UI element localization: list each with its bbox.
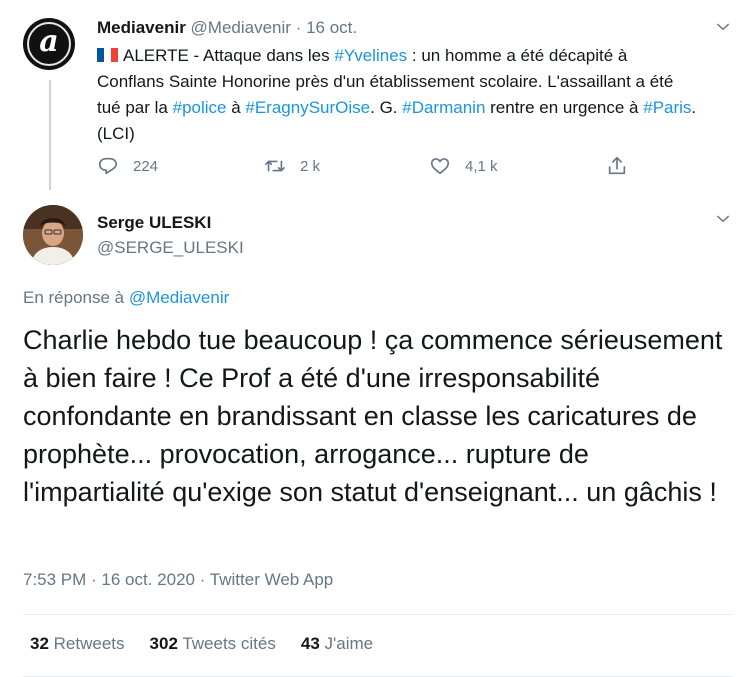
retweet-button[interactable]: 2 k: [264, 155, 320, 177]
tweet-timestamp-source[interactable]: 7:53 PM · 16 oct. 2020 · Twitter Web App: [23, 570, 333, 590]
parent-tweet-date[interactable]: 16 oct.: [306, 18, 357, 37]
parent-tweet-actions: 224 2 k 4,1 k: [97, 155, 637, 181]
retweets-stat[interactable]: 32 Retweets: [30, 634, 125, 654]
tweet-text-segment: rentre en urgence à: [485, 98, 644, 117]
hashtag-link[interactable]: #Paris: [643, 98, 691, 117]
reply-prefix: En réponse à: [23, 288, 125, 307]
share-button[interactable]: [606, 155, 642, 177]
divider: [23, 614, 733, 615]
like-button[interactable]: 4,1 k: [429, 155, 498, 177]
retweets-stat-count: 32: [30, 634, 49, 653]
likes-stat-count: 43: [300, 634, 320, 653]
reply-context: En réponse à @Mediavenir: [23, 288, 229, 308]
retweet-icon: [265, 160, 285, 172]
hashtag-link[interactable]: #EragnySurOise: [245, 98, 370, 117]
separator-dot: ·: [295, 18, 302, 37]
avatar-photo: [23, 205, 83, 265]
parent-author-name[interactable]: Mediavenir: [97, 18, 186, 37]
france-flag-icon: [97, 44, 118, 62]
share-icon: [608, 156, 626, 175]
chevron-down-icon[interactable]: [714, 18, 732, 36]
tweet-text: Charlie hebdo tue beaucoup ! ça commence…: [23, 325, 723, 507]
reply-to-handle-link[interactable]: @Mediavenir: [129, 288, 229, 307]
parent-author-handle[interactable]: @Mediavenir: [191, 18, 291, 37]
engagement-stats: 32 Retweets 302 Tweets cités 43 J'aime: [30, 634, 398, 654]
mediavenir-logo-icon[interactable]: a: [23, 18, 75, 70]
logo-letter: a: [39, 24, 59, 59]
author-handle[interactable]: @SERGE_ULESKI: [97, 238, 244, 258]
chevron-down-icon[interactable]: [714, 210, 732, 228]
tweet-text-segment: à: [226, 98, 246, 117]
retweet-count: 2 k: [300, 157, 321, 175]
heart-icon: [430, 158, 450, 175]
quotes-stat-count: 302: [149, 634, 178, 653]
retweets-stat-label: Retweets: [53, 634, 125, 653]
author-name[interactable]: Serge ULESKI: [97, 213, 211, 233]
like-count: 4,1 k: [465, 157, 498, 175]
quotes-stat-label: Tweets cités: [182, 634, 276, 653]
hashtag-link[interactable]: #police: [173, 98, 227, 117]
likes-stat-label: J'aime: [324, 634, 374, 653]
likes-stat[interactable]: 43 J'aime: [301, 634, 373, 654]
parent-tweet[interactable]: a Mediavenir @Mediavenir · 16 oct. ALERT…: [0, 0, 756, 196]
tweet-text-segment: ALERTE - Attaque dans les: [123, 46, 335, 65]
hashtag-link[interactable]: #Darmanin: [402, 98, 485, 117]
parent-tweet-text: ALERTE - Attaque dans les #Yvelines : un…: [97, 43, 697, 147]
reply-count: 224: [133, 157, 159, 175]
logo-ring: a: [27, 22, 71, 66]
hashtag-link[interactable]: #Yvelines: [334, 46, 407, 65]
reply-icon: [98, 157, 118, 175]
quotes-stat[interactable]: 302 Tweets cités: [150, 634, 276, 654]
parent-tweet-header: Mediavenir @Mediavenir · 16 oct.: [97, 18, 357, 38]
avatar[interactable]: [23, 205, 83, 265]
tweet-text-segment: . G.: [370, 98, 403, 117]
reply-button[interactable]: 224: [97, 155, 158, 177]
